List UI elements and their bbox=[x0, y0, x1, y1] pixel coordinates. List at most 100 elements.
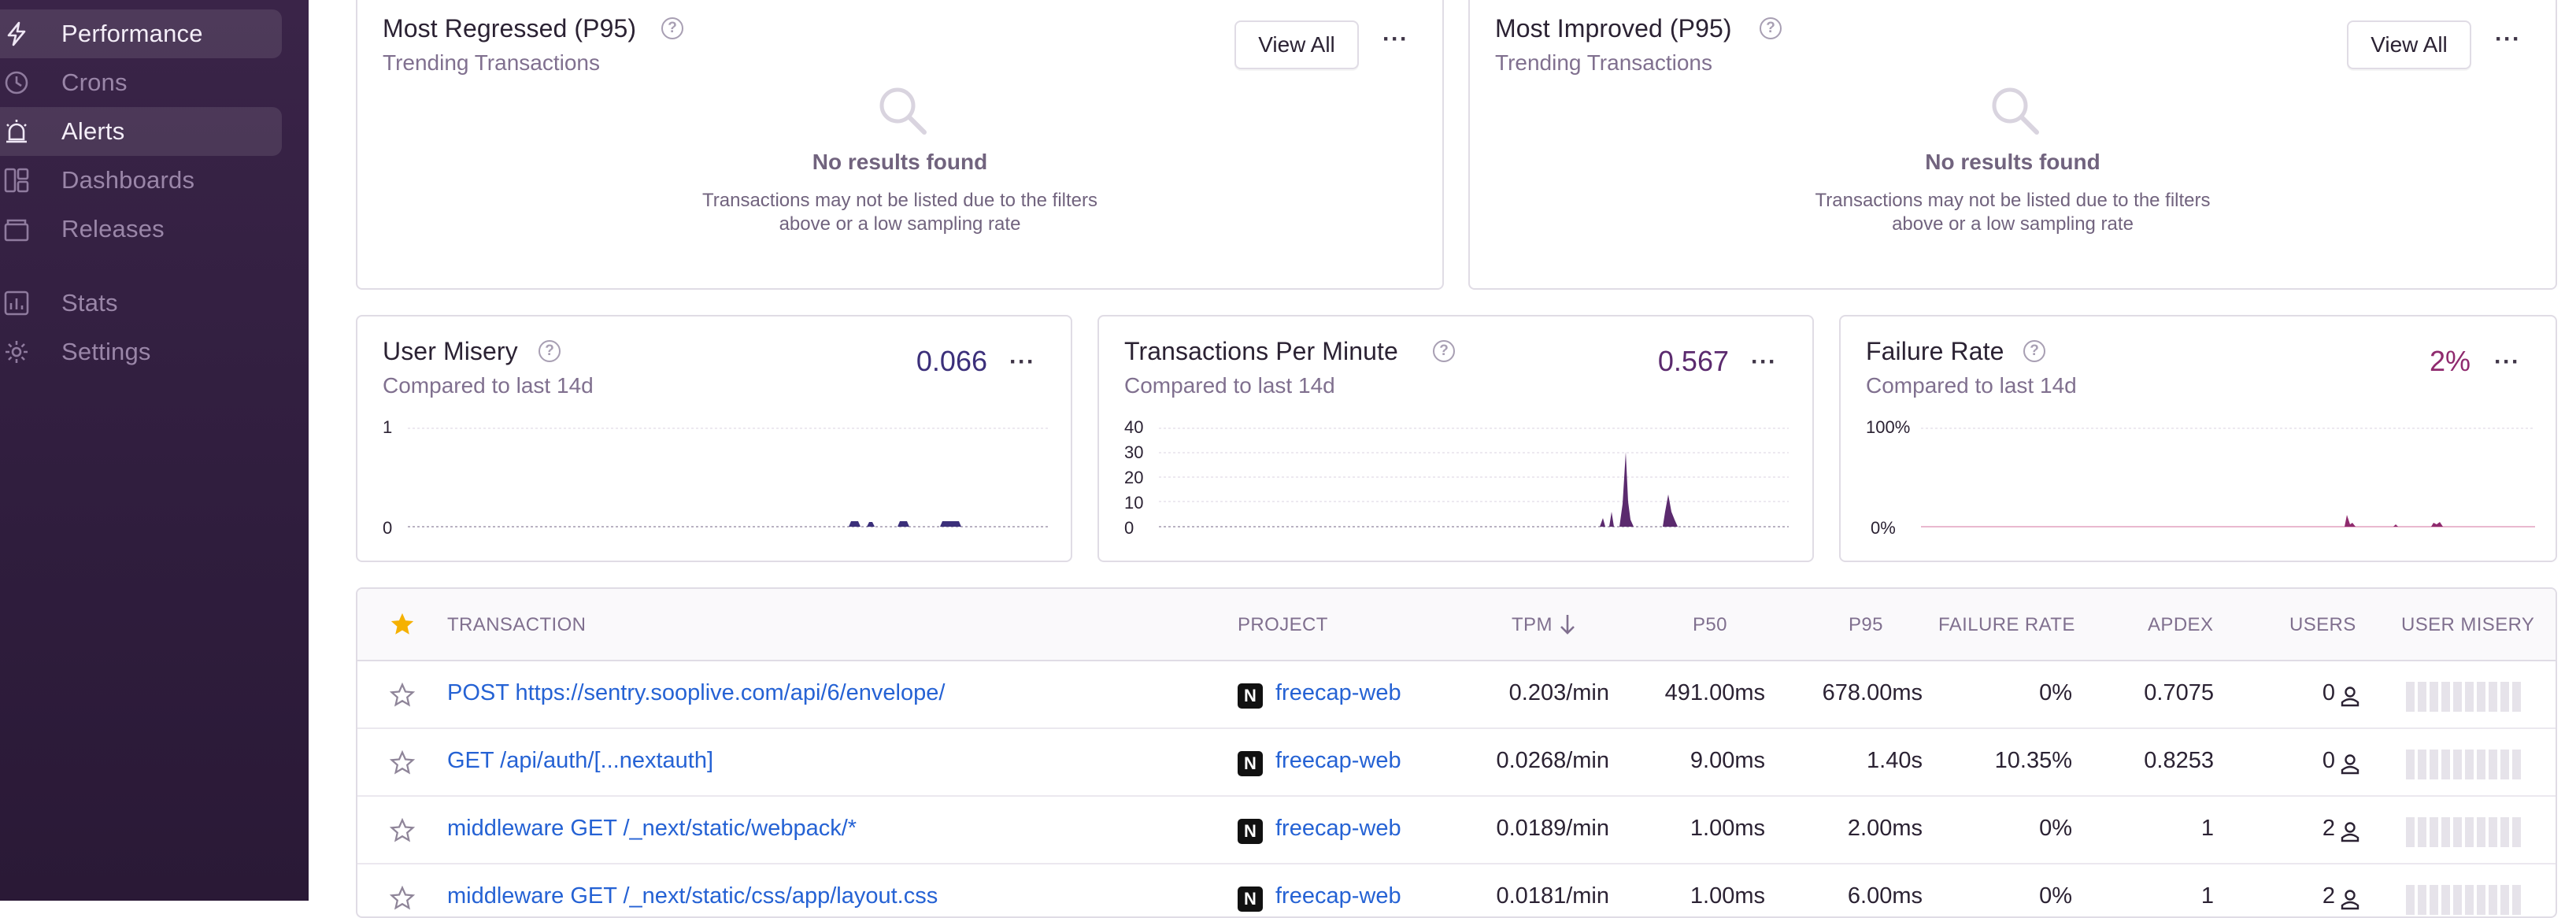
table-row[interactable]: middleware GET /_next/static/webpack/* N… bbox=[357, 797, 2556, 864]
widget-value: 2% bbox=[2429, 345, 2471, 377]
column-header-user-misery[interactable]: USER MISERY bbox=[2401, 614, 2534, 636]
column-header-project[interactable]: PROJECT bbox=[1238, 614, 1328, 636]
sidebar-item-releases[interactable]: Releases bbox=[0, 205, 282, 254]
column-header-apdex[interactable]: APDEX bbox=[2148, 614, 2213, 636]
p95-value: 6.00ms bbox=[1847, 883, 1923, 909]
card-title: Most Improved (P95) bbox=[1495, 14, 1732, 43]
table-header: TRANSACTION PROJECT TPM P50 P95 FAILURE … bbox=[357, 589, 2556, 661]
project-link[interactable]: freecap-web bbox=[1275, 680, 1401, 706]
help-icon[interactable]: ? bbox=[539, 340, 561, 362]
column-header-users[interactable]: USERS bbox=[2289, 614, 2356, 636]
more-options-icon[interactable]: ··· bbox=[2494, 350, 2520, 374]
card-subtitle: Trending Transactions bbox=[1495, 50, 1712, 75]
transaction-link[interactable]: GET /api/auth/[...nextauth] bbox=[447, 748, 713, 774]
users-value: 2 bbox=[2322, 816, 2335, 841]
most-improved-card: Most Improved (P95) ? Trending Transacti… bbox=[1468, 0, 2557, 290]
sidebar-item-label: Alerts bbox=[61, 117, 125, 145]
project-link[interactable]: freecap-web bbox=[1275, 883, 1401, 909]
column-header-p50[interactable]: P50 bbox=[1693, 614, 1727, 636]
help-icon[interactable]: ? bbox=[661, 17, 683, 39]
star-icon[interactable] bbox=[389, 750, 416, 776]
star-icon[interactable] bbox=[389, 682, 416, 709]
view-all-button[interactable]: View All bbox=[2347, 20, 2471, 69]
y-axis-tick: 0% bbox=[1871, 518, 1896, 538]
sidebar-item-dashboards[interactable]: Dashboards bbox=[0, 156, 282, 205]
project-platform-icon: N bbox=[1238, 887, 1263, 912]
user-misery-sparkline bbox=[408, 428, 1050, 527]
project-platform-icon: N bbox=[1238, 683, 1263, 709]
table-row[interactable]: GET /api/auth/[...nextauth] N freecap-we… bbox=[357, 729, 2556, 797]
clock-icon bbox=[5, 71, 28, 94]
user-misery-bar bbox=[2406, 682, 2526, 712]
sidebar-item-settings[interactable]: Settings bbox=[0, 328, 282, 376]
sidebar-item-alerts[interactable]: Alerts bbox=[0, 107, 282, 156]
empty-state-title: No results found bbox=[812, 150, 988, 174]
y-axis-tick: 20 bbox=[1124, 468, 1144, 487]
help-icon[interactable]: ? bbox=[2023, 340, 2045, 362]
column-header-p95[interactable]: P95 bbox=[1849, 614, 1883, 636]
lightning-icon bbox=[7, 21, 26, 46]
tpm-value: 0.0268/min bbox=[1496, 748, 1610, 773]
p50-value: 9.00ms bbox=[1690, 748, 1765, 773]
more-options-icon[interactable]: ··· bbox=[2495, 28, 2521, 51]
sidebar-item-label: Performance bbox=[61, 20, 203, 47]
apdex-value: 0.7075 bbox=[2144, 680, 2214, 705]
star-icon[interactable] bbox=[389, 885, 416, 912]
table-row[interactable]: middleware GET /_next/static/css/app/lay… bbox=[357, 864, 2556, 916]
users-value: 2 bbox=[2322, 883, 2335, 909]
widget-subtitle: Compared to last 14d bbox=[1124, 373, 1335, 398]
package-icon bbox=[4, 219, 29, 242]
y-axis-tick: 0 bbox=[383, 518, 393, 538]
empty-state-title: No results found bbox=[1925, 150, 2100, 174]
card-subtitle: Trending Transactions bbox=[383, 50, 600, 75]
more-options-icon[interactable]: ··· bbox=[1009, 350, 1035, 374]
apdex-value: 0.8253 bbox=[2144, 748, 2214, 773]
empty-state-description: above or a low sampling rate bbox=[779, 213, 1021, 235]
table-row[interactable]: POST https://sentry.sooplive.com/api/6/e… bbox=[357, 661, 2556, 729]
column-header-failure-rate[interactable]: FAILURE RATE bbox=[1938, 614, 2075, 636]
project-link[interactable]: freecap-web bbox=[1275, 816, 1401, 842]
star-filled-icon[interactable] bbox=[389, 611, 416, 638]
card-title: Most Regressed (P95) bbox=[383, 14, 637, 43]
widget-title: Failure Rate bbox=[1866, 337, 2004, 365]
user-misery-widget: User Misery ? Compared to last 14d 0.066… bbox=[356, 315, 1072, 562]
sidebar-item-label: Crons bbox=[61, 68, 128, 96]
failure-rate-value: 0% bbox=[2039, 680, 2072, 705]
p50-value: 1.00ms bbox=[1690, 816, 1765, 841]
transaction-link[interactable]: POST https://sentry.sooplive.com/api/6/e… bbox=[447, 680, 945, 706]
sidebar-item-stats[interactable]: Stats bbox=[0, 279, 282, 328]
help-icon[interactable]: ? bbox=[1433, 340, 1455, 362]
transaction-link[interactable]: middleware GET /_next/static/webpack/* bbox=[447, 816, 857, 842]
failure-rate-widget: Failure Rate ? Compared to last 14d 2% ·… bbox=[1839, 315, 2557, 562]
sidebar-item-crons[interactable]: Crons bbox=[0, 58, 282, 107]
most-regressed-card: Most Regressed (P95) ? Trending Transact… bbox=[356, 0, 1444, 290]
column-header-transaction[interactable]: TRANSACTION bbox=[447, 614, 586, 636]
y-axis-tick: 0 bbox=[1124, 518, 1134, 538]
transaction-link[interactable]: middleware GET /_next/static/css/app/lay… bbox=[447, 883, 938, 909]
siren-icon bbox=[6, 120, 27, 143]
user-icon bbox=[2341, 754, 2359, 775]
sidebar-item-label: Dashboards bbox=[61, 166, 195, 194]
y-axis-tick: 30 bbox=[1124, 442, 1144, 462]
sidebar: Performance Crons Alerts Dashboards Rele… bbox=[0, 0, 309, 901]
user-icon bbox=[2341, 822, 2359, 842]
arrow-down-icon[interactable] bbox=[1559, 613, 1576, 636]
more-options-icon[interactable]: ··· bbox=[1751, 350, 1777, 374]
empty-state-description: above or a low sampling rate bbox=[1892, 213, 2134, 235]
project-link[interactable]: freecap-web bbox=[1275, 748, 1401, 774]
tpm-value: 0.0181/min bbox=[1496, 883, 1610, 909]
y-axis-tick: 1 bbox=[383, 417, 393, 437]
star-icon[interactable] bbox=[389, 817, 416, 844]
sidebar-item-label: Releases bbox=[61, 215, 165, 242]
widget-value: 0.567 bbox=[1657, 345, 1729, 377]
p95-value: 2.00ms bbox=[1847, 816, 1923, 841]
sidebar-item-performance[interactable]: Performance bbox=[0, 9, 282, 58]
p95-value: 678.00ms bbox=[1822, 680, 1923, 705]
more-options-icon[interactable]: ··· bbox=[1382, 28, 1408, 51]
sidebar-item-label: Settings bbox=[61, 338, 151, 365]
widget-title: User Misery bbox=[383, 337, 518, 365]
view-all-button[interactable]: View All bbox=[1234, 20, 1359, 69]
empty-state-description: Transactions may not be listed due to th… bbox=[701, 190, 1098, 211]
help-icon[interactable]: ? bbox=[1760, 17, 1782, 39]
column-header-tpm[interactable]: TPM bbox=[1512, 614, 1553, 636]
